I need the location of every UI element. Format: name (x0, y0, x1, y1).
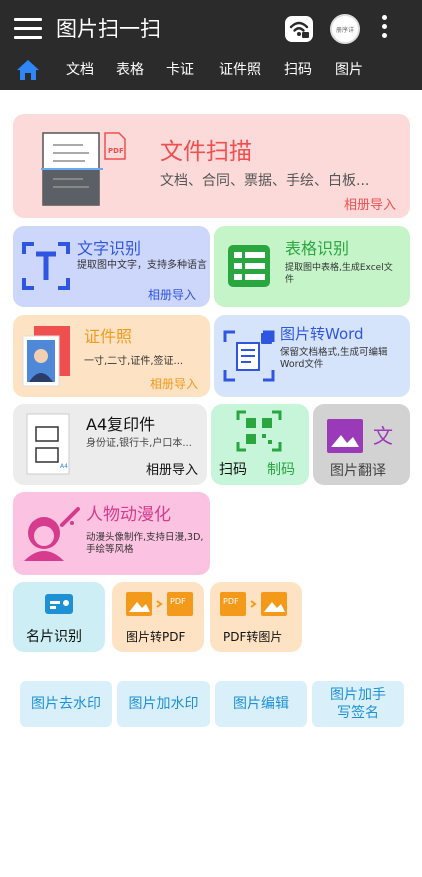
make-code-button[interactable]: 制码 (267, 459, 295, 479)
pdf-badge: PDF (223, 597, 239, 606)
business-card-title: 名片识别 (26, 629, 82, 645)
wifi-transfer-icon[interactable] (285, 16, 313, 42)
translate-icon: 文 (327, 419, 393, 453)
home-icon[interactable] (15, 58, 41, 82)
text-ocr-import-button[interactable]: 相册导入 (148, 286, 196, 303)
tab-cards[interactable]: 卡证 (166, 60, 194, 80)
id-photo-title: 证件照 (84, 327, 133, 346)
more-options-icon[interactable] (376, 15, 392, 41)
a4-copy-card[interactable]: A4 A4复印件 身份证,银行卡,户口本... 相册导入 (13, 404, 207, 485)
add-watermark-button[interactable]: 图片加水印 (117, 681, 210, 727)
doc-scan-import-button[interactable]: 相册导入 (344, 194, 396, 213)
remove-watermark-button[interactable]: 图片去水印 (20, 681, 112, 727)
tab-id-photo[interactable]: 证件照 (219, 60, 261, 80)
doc-scan-card[interactable]: PDF 文件扫描 文档、合同、票据、手绘、白板... 相册导入 (13, 114, 410, 218)
a4-copy-import-button[interactable]: 相册导入 (146, 459, 198, 478)
image-to-word-desc: 保留文档格式,生成可编辑Word文件 (280, 347, 388, 370)
doc-scan-subtitle: 文档、合同、票据、手绘、白板... (160, 173, 370, 189)
avatar[interactable]: 册序详 (330, 14, 360, 44)
id-photo-import-button[interactable]: 相册导入 (150, 375, 198, 392)
a4-copy-title: A4复印件 (86, 415, 156, 434)
tab-tables[interactable]: 表格 (116, 60, 144, 80)
business-card-ocr-card[interactable]: 名片识别 (13, 582, 105, 652)
id-photo-card[interactable]: 证件照 一寸,二寸,证件,签证... 相册导入 (13, 315, 210, 397)
tab-images[interactable]: 图片 (335, 60, 363, 80)
word-doc-icon (223, 330, 275, 382)
text-ocr-title: 文字识别 (77, 239, 142, 258)
text-ocr-icon (22, 242, 70, 290)
pdf-to-image-card[interactable]: PDF PDF转图片 (210, 582, 302, 652)
anime-avatar-icon (24, 507, 80, 561)
doc-scan-icon (41, 132, 126, 206)
qr-card[interactable]: 扫码 制码 (211, 404, 309, 485)
table-ocr-desc: 提取图中表格,生成Excel文件 (285, 263, 393, 285)
table-ocr-card[interactable]: 表格识别 提取图中表格,生成Excel文件 (214, 226, 410, 307)
qr-code-icon (236, 410, 282, 452)
anime-desc: 动漫头像制作,支持日漫,3D,手绘等风格 (86, 532, 204, 555)
translate-card[interactable]: 文 图片翻译 (313, 404, 410, 485)
image-to-pdf-card[interactable]: PDF 图片转PDF (112, 582, 204, 652)
svg-text:文: 文 (373, 424, 393, 448)
pdf-to-image-title: PDF转图片 (223, 630, 283, 644)
menu-icon[interactable] (14, 18, 42, 40)
a4-copy-desc: 身份证,银行卡,户口本... (86, 438, 192, 449)
handwritten-signature-button[interactable]: 图片加手写签名 (312, 681, 404, 727)
anime-title: 人物动漫化 (86, 505, 171, 525)
pdf-badge: PDF (108, 147, 124, 155)
category-tabs: 文档 表格 卡证 证件照 扫码 图片 (0, 58, 422, 84)
pdf-badge: PDF (170, 597, 186, 606)
image-to-word-card[interactable]: 图片转Word 保留文档格式,生成可编辑Word文件 (214, 315, 410, 397)
scan-code-button[interactable]: 扫码 (219, 459, 247, 479)
app-title: 图片扫一扫 (56, 17, 161, 41)
text-ocr-desc: 提取图中文字，支持多种语言 (77, 260, 207, 271)
table-ocr-title: 表格识别 (285, 239, 350, 258)
anime-card[interactable]: 人物动漫化 动漫头像制作,支持日漫,3D,手绘等风格 (13, 492, 210, 575)
translate-title: 图片翻译 (330, 463, 386, 479)
table-icon (228, 245, 270, 287)
doc-scan-title: 文件扫描 (160, 139, 252, 165)
tab-scan-code[interactable]: 扫码 (284, 60, 312, 80)
id-photo-desc: 一寸,二寸,证件,签证... (84, 356, 184, 367)
app-header: 图片扫一扫 册序详 文档 表格 卡证 证件照 扫码 图片 (0, 0, 422, 90)
tab-documents[interactable]: 文档 (66, 60, 94, 80)
text-ocr-card[interactable]: 文字识别 提取图中文字，支持多种语言 相册导入 (13, 226, 210, 307)
a4-tag: A4 (60, 463, 68, 470)
id-photo-icon (22, 326, 70, 387)
image-edit-button[interactable]: 图片编辑 (215, 681, 307, 727)
business-card-icon (45, 594, 73, 614)
image-to-word-title: 图片转Word (280, 325, 364, 343)
image-to-pdf-title: 图片转PDF (126, 630, 186, 644)
